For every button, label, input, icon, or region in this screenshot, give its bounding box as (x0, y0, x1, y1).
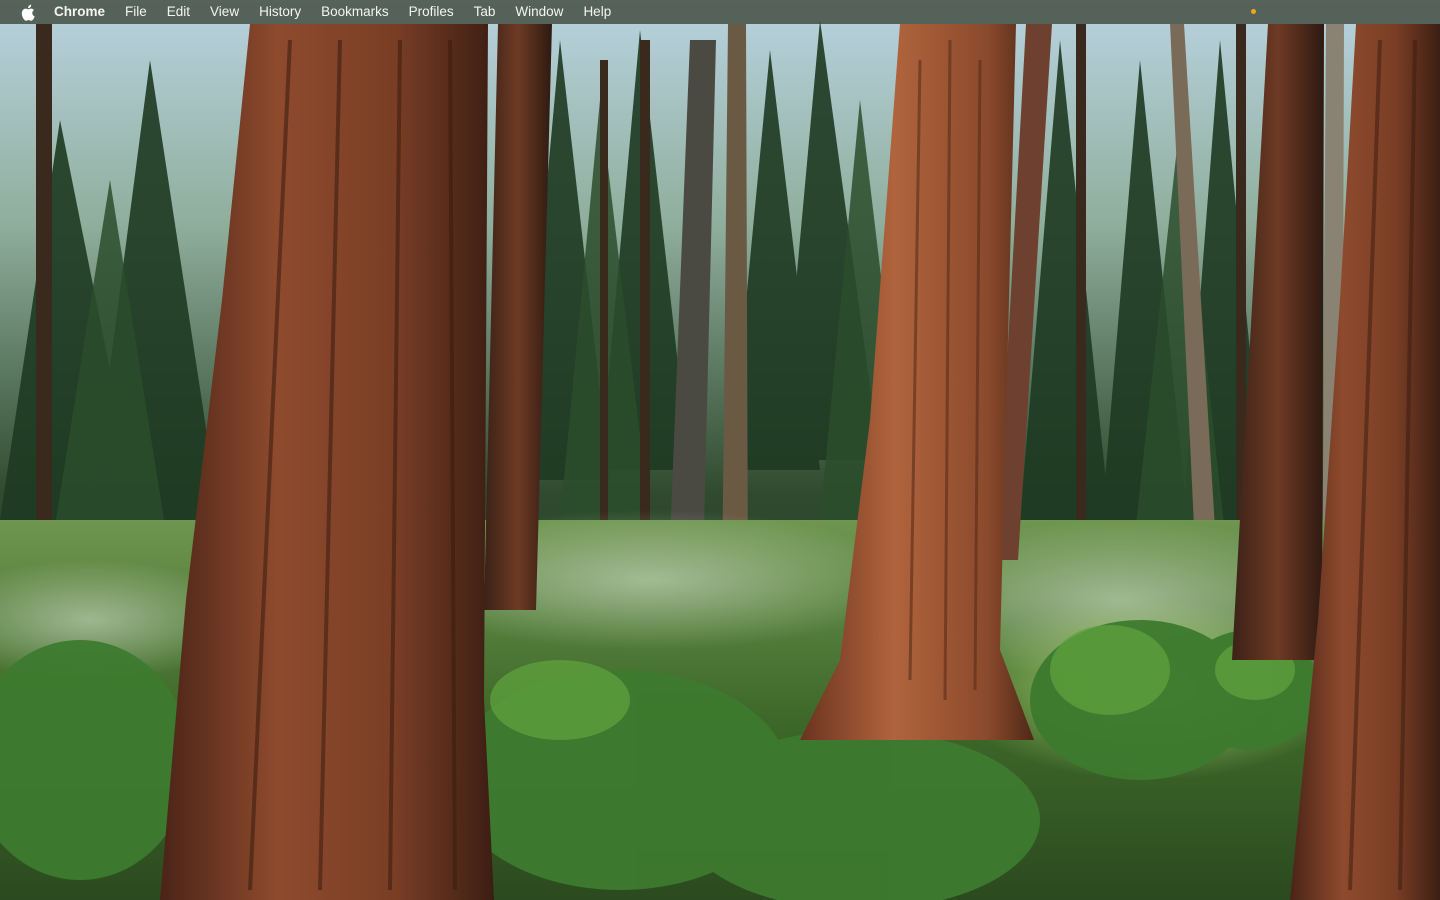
menu-file[interactable]: File (115, 0, 157, 24)
menu-history[interactable]: History (249, 0, 311, 24)
apple-logo-icon[interactable] (18, 3, 36, 21)
menu-bookmarks[interactable]: Bookmarks (311, 0, 399, 24)
menu-tab[interactable]: Tab (464, 0, 506, 24)
menu-help[interactable]: Help (573, 0, 621, 24)
menu-profiles[interactable]: Profiles (399, 0, 464, 24)
desktop: Chrome File Edit View History Bookmarks … (0, 0, 1440, 900)
menu-app-chrome[interactable]: Chrome (54, 0, 115, 24)
apple-logo-icon-glyph (21, 4, 35, 21)
status-indicator-dot (1251, 9, 1256, 14)
forest-wallpaper (0, 0, 1440, 900)
menu-bar: Chrome File Edit View History Bookmarks … (0, 0, 1440, 24)
menu-edit[interactable]: Edit (157, 0, 200, 24)
menu-view[interactable]: View (200, 0, 249, 24)
menu-window[interactable]: Window (505, 0, 573, 24)
